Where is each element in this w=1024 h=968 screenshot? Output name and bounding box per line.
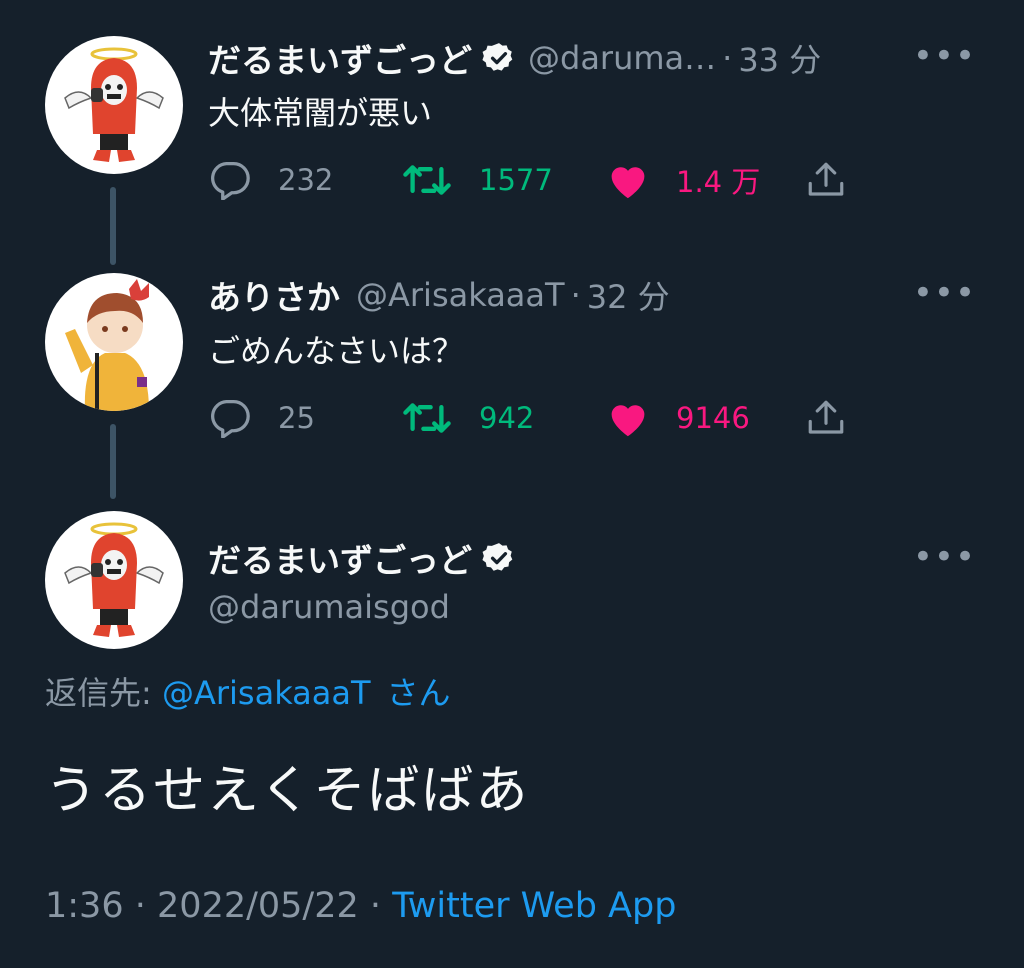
display-name[interactable]: ありさか	[208, 271, 340, 319]
reply-button[interactable]: 25	[208, 394, 315, 442]
tweet-time[interactable]: 32 分	[587, 272, 670, 318]
like-count: 9146	[676, 401, 750, 435]
user-handle[interactable]: @ArisakaaaT	[356, 276, 565, 314]
tweet-metadata: 1:36 · 2022/05/22 · Twitter Web App	[45, 886, 676, 926]
avatar-arisakaaat[interactable]	[45, 273, 183, 411]
tweet-timestamp[interactable]: 1:36	[45, 886, 124, 926]
tweet-source-link[interactable]: Twitter Web App	[392, 886, 676, 926]
retweet-count: 942	[479, 401, 535, 435]
user-handle[interactable]: @darumaisgod	[208, 588, 450, 626]
separator-dot: ·	[570, 276, 581, 314]
tweet-2[interactable]: ありさか @ArisakaaaT · 32 分 ••• ごめんなさいは？ 25 …	[0, 0, 1024, 470]
replying-to: 返信先: @ArisakaaaT さん	[45, 668, 451, 714]
avatar-illustration-icon	[64, 522, 164, 637]
avatar-illustration-icon	[65, 279, 149, 411]
separator-dot: ·	[369, 886, 382, 926]
main-tweet-header: だるまいずごっど	[208, 534, 528, 582]
more-options-icon[interactable]: •••	[913, 537, 976, 577]
retweet-icon	[403, 403, 451, 433]
replying-mention-link[interactable]: @ArisakaaaT	[162, 674, 371, 712]
separator-dot: ·	[134, 886, 146, 926]
heart-icon	[611, 405, 645, 437]
like-button[interactable]: 9146	[606, 394, 750, 442]
reply-icon	[211, 400, 250, 438]
tweet-2-header: ありさか @ArisakaaaT · 32 分	[208, 271, 670, 319]
display-name[interactable]: だるまいずごっど	[208, 534, 472, 582]
replying-suffix: さん	[386, 674, 451, 712]
tweet-actions: 25 942 9146	[208, 394, 858, 442]
tweet-text: ごめんなさいは？	[208, 332, 465, 370]
tweet-date[interactable]: 2022/05/22	[157, 886, 359, 926]
reply-count: 25	[278, 401, 315, 435]
more-options-icon[interactable]: •••	[913, 273, 976, 313]
verified-badge-icon	[482, 543, 513, 571]
retweet-button[interactable]: 942	[401, 394, 534, 442]
avatar-darumaisgod[interactable]	[45, 511, 183, 649]
replying-prefix: 返信先:	[45, 674, 152, 712]
share-button[interactable]	[804, 394, 874, 442]
share-icon	[808, 400, 844, 434]
main-tweet-text: うるせえくそばばあ	[45, 761, 530, 821]
